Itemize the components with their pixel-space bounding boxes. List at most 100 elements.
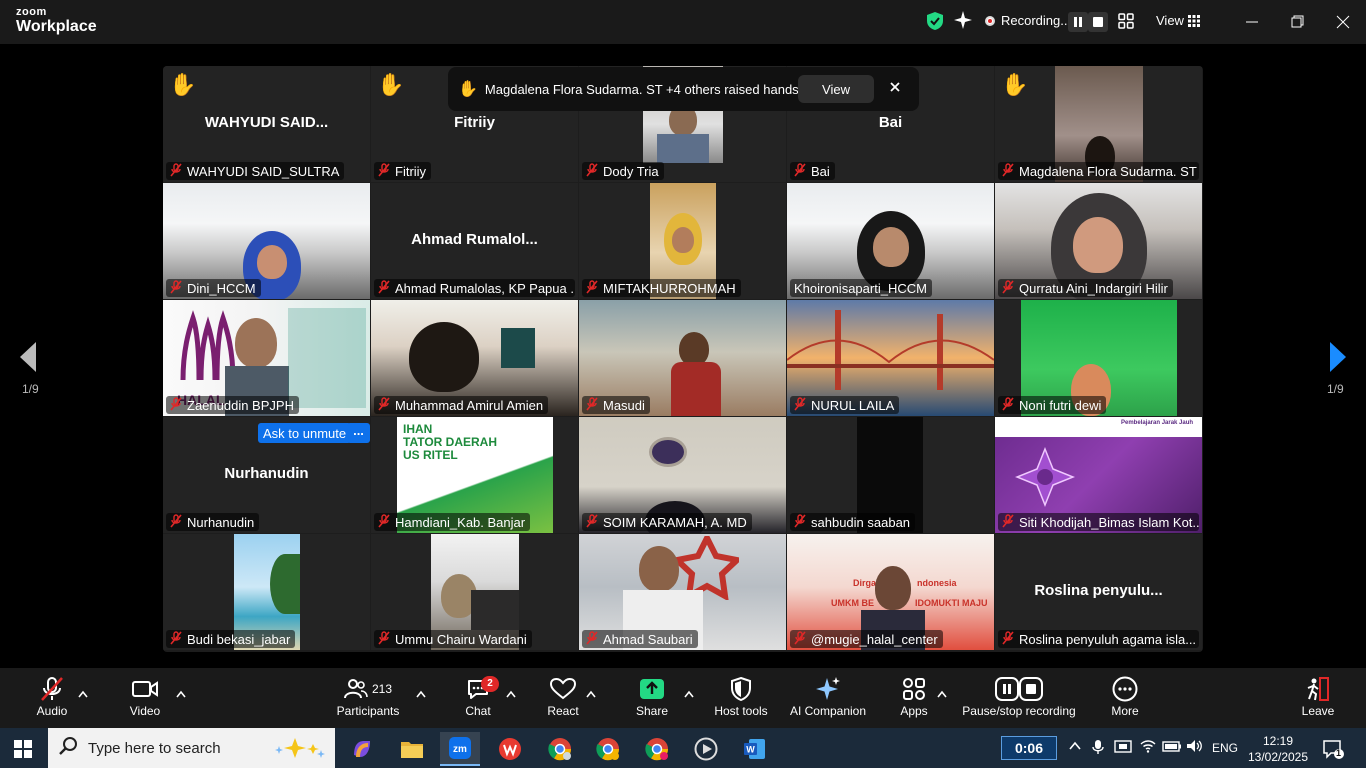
taskbar-search-box[interactable]: Type here to search <box>48 728 335 768</box>
stop-recording-button[interactable] <box>1088 12 1108 32</box>
notification-count: 1 <box>1336 748 1342 758</box>
participant-name: Ahmad Rumalolas, KP Papua ... <box>395 280 575 296</box>
participant-name: Zaenuddin BPJPH <box>187 397 294 413</box>
zoom-app-icon[interactable]: zm <box>440 732 480 766</box>
taskbar-clock[interactable]: 12:19 13/02/2025 <box>1246 733 1310 765</box>
apps-label: Apps <box>900 704 928 718</box>
next-page-icon[interactable] <box>1330 342 1346 377</box>
react-options-chevron-icon[interactable] <box>586 685 596 703</box>
audio-options-chevron-icon[interactable] <box>78 685 88 703</box>
pause-stop-recording-icon <box>960 674 1078 704</box>
gallery-grid-icon[interactable] <box>1118 13 1134 34</box>
slide-text: ndonesia <box>917 578 957 588</box>
leave-button[interactable]: Leave <box>1300 674 1336 724</box>
chrome-profile-3-icon[interactable] <box>637 732 677 766</box>
wps-office-icon[interactable] <box>490 732 530 766</box>
heart-icon <box>544 674 582 704</box>
chrome-profile-1-icon[interactable] <box>540 732 580 766</box>
participants-count: 213 <box>371 682 393 696</box>
participant-name: Nurhanudin <box>187 514 255 530</box>
participant-tile[interactable]: Ummu Chairu Wardani <box>371 534 578 650</box>
recording-label[interactable]: Recording... <box>1001 13 1071 28</box>
apps-options-chevron-icon[interactable] <box>937 685 947 703</box>
participant-tile-active-speaker[interactable]: Khoironisaparti_HCCM <box>787 183 994 299</box>
participant-tile[interactable]: Ahmad Rumalol... Ahmad Rumalolas, KP Pap… <box>371 183 578 299</box>
participant-tile[interactable]: MIFTAKHURROHMAH <box>579 183 786 299</box>
copilot-app-icon[interactable] <box>342 732 382 766</box>
mic-muted-icon <box>170 162 182 180</box>
file-explorer-icon[interactable] <box>392 732 432 766</box>
audio-label: Audio <box>36 704 68 718</box>
react-button[interactable]: React <box>544 674 582 724</box>
wifi-icon[interactable] <box>1140 739 1156 758</box>
participants-options-chevron-icon[interactable] <box>416 685 426 703</box>
action-center-icon[interactable]: 1 <box>1322 738 1344 765</box>
audio-button[interactable]: Audio <box>34 674 70 724</box>
participant-label: Noni futri dewi <box>998 396 1107 414</box>
participant-tile[interactable]: Ahmad Saubari <box>579 534 786 650</box>
video-button[interactable]: Video <box>126 674 164 724</box>
participant-tile[interactable]: ✋ Magdalena Flora Sudarma. ST <box>995 66 1202 182</box>
view-menu-label[interactable]: View <box>1156 13 1184 28</box>
pause-recording-button[interactable] <box>1068 12 1088 32</box>
participant-tile[interactable]: sahbudin saaban <box>787 417 994 533</box>
microphone-tray-icon[interactable] <box>1092 739 1104 760</box>
tile-more-options-button[interactable]: ... <box>347 423 370 443</box>
participant-name: Ummu Chairu Wardani <box>395 631 527 647</box>
previous-page-icon[interactable] <box>20 342 36 377</box>
raised-hand-icon: ✋ <box>377 72 405 97</box>
pause-stop-recording-button[interactable]: Pause/stop recording <box>960 674 1078 724</box>
participant-tile[interactable]: SOIM KARAMAH, A. MD <box>579 417 786 533</box>
participant-tile[interactable]: Pembelajaran Jarak Jauh Siti Khodijah_Bi… <box>995 417 1202 533</box>
restore-icon[interactable] <box>1285 10 1309 34</box>
view-grid-icon[interactable] <box>1188 14 1200 32</box>
participant-tile[interactable]: IHAN TATOR DAERAH US RITEL Hamdiani_Kab.… <box>371 417 578 533</box>
close-icon[interactable] <box>1331 10 1355 34</box>
mic-muted-icon <box>794 630 806 648</box>
close-notification-icon[interactable] <box>888 80 902 99</box>
video-options-chevron-icon[interactable] <box>176 685 186 703</box>
volume-icon[interactable] <box>1186 739 1204 758</box>
participant-tile[interactable]: Dini_HCCM <box>163 183 370 299</box>
more-button[interactable]: More <box>1108 674 1142 724</box>
recording-timer[interactable]: 0:06 <box>1001 736 1057 760</box>
participant-tile[interactable]: Muhammad Amirul Amien <box>371 300 578 416</box>
share-button[interactable]: Share <box>634 674 670 724</box>
mic-muted-icon <box>170 513 182 531</box>
participant-tile[interactable]: HALAL Zaenuddin BPJPH <box>163 300 370 416</box>
mic-muted-icon <box>1002 279 1014 297</box>
battery-icon[interactable] <box>1162 739 1182 758</box>
security-shield-icon[interactable] <box>926 11 944 36</box>
minimize-icon[interactable] <box>1240 10 1264 34</box>
participant-tile[interactable]: Roslina penyulu... Roslina penyuluh agam… <box>995 534 1202 650</box>
chat-options-chevron-icon[interactable] <box>506 685 516 703</box>
participant-tile[interactable]: Budi bekasi_jabar <box>163 534 370 650</box>
apps-button[interactable]: Apps <box>898 674 930 724</box>
media-player-icon[interactable] <box>686 732 726 766</box>
ai-companion-button[interactable]: AI Companion <box>788 674 868 724</box>
meeting-toolbar: Audio Video 213 Participants Chat 2 Reac… <box>0 668 1366 728</box>
screen-share-tray-icon[interactable] <box>1114 739 1132 760</box>
input-language[interactable]: ENG <box>1212 741 1238 755</box>
participant-tile[interactable]: Masudi <box>579 300 786 416</box>
mic-muted-icon <box>378 630 390 648</box>
participant-tile[interactable]: NURUL LAILA <box>787 300 994 416</box>
participant-tile[interactable]: Dirga ndonesia UMKM BE IDOMUKTI MAJU @mu… <box>787 534 994 650</box>
chrome-profile-2-icon[interactable] <box>588 732 628 766</box>
participant-label: Dini_HCCM <box>166 279 261 297</box>
participant-tile[interactable]: ✋ WAHYUDI SAID... WAHYUDI SAID_SULTRA <box>163 66 370 182</box>
participant-tile[interactable]: Qurratu Aini_Indargiri Hilir <box>995 183 1202 299</box>
participant-display-name: WAHYUDI SAID... <box>204 114 329 131</box>
ask-to-unmute-button[interactable]: Ask to unmute <box>258 423 352 443</box>
view-raised-hands-button[interactable]: View <box>798 75 874 103</box>
ai-sparkle-icon[interactable] <box>953 10 973 35</box>
share-options-chevron-icon[interactable] <box>684 685 694 703</box>
host-tools-button[interactable]: Host tools <box>712 674 770 724</box>
video-gallery: ✋ WAHYUDI SAID... WAHYUDI SAID_SULTRA ✋ … <box>163 66 1203 652</box>
word-app-icon[interactable]: W <box>735 732 775 766</box>
windows-start-icon[interactable] <box>14 740 32 763</box>
show-hidden-icons-chevron-icon[interactable] <box>1068 739 1082 758</box>
participant-tile[interactable]: Noni futri dewi <box>995 300 1202 416</box>
participants-label: Participants <box>336 704 400 718</box>
participants-button[interactable]: 213 Participants <box>334 674 402 724</box>
